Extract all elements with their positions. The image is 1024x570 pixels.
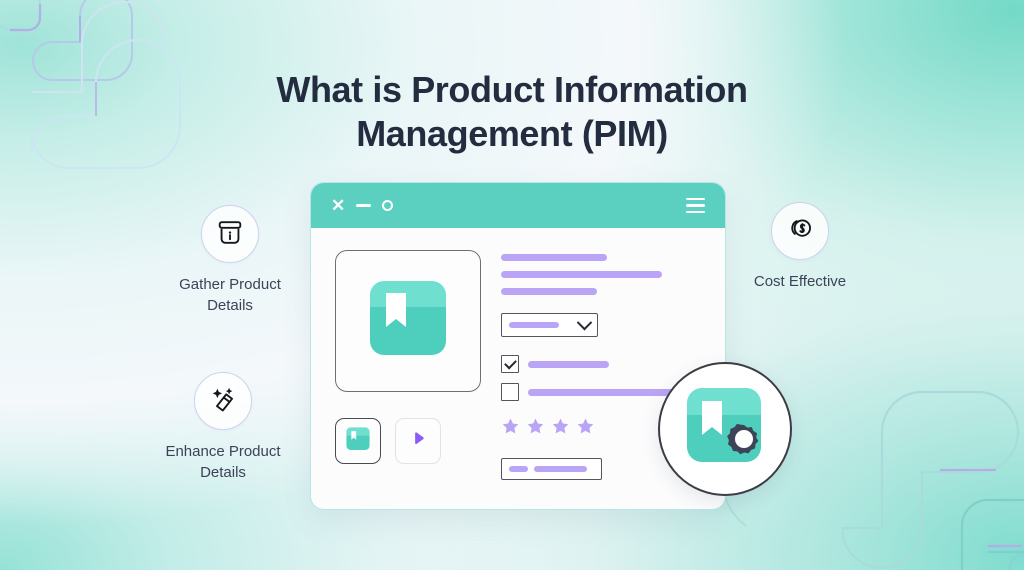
feature-gather-product-details[interactable]: Gather Product Details: [140, 205, 320, 316]
page-title: What is Product Information Management (…: [0, 68, 1024, 156]
pim-settings-badge: [658, 362, 792, 496]
thumbnail-strip: [335, 418, 441, 464]
checkbox-label-placeholder-1: [528, 360, 609, 368]
star-icon[interactable]: [551, 417, 570, 441]
thumbnail-video[interactable]: [395, 418, 441, 464]
text-input-field[interactable]: [501, 458, 602, 480]
feature-label-gather-line2: Details: [207, 297, 253, 314]
checkmark-icon: [503, 356, 517, 369]
checkbox-checked[interactable]: [501, 355, 519, 373]
feature-label-enhance-line2: Details: [200, 464, 246, 481]
feature-label-enhance: Enhance Product Details: [133, 441, 313, 483]
infographic-canvas: What is Product Information Management (…: [0, 0, 1024, 570]
close-icon[interactable]: ✕: [331, 197, 345, 214]
checkbox-unchecked[interactable]: [501, 383, 519, 401]
feature-icon-circle-gather: [201, 205, 259, 263]
feature-icon-circle-cost: [771, 202, 829, 260]
product-image-card[interactable]: [335, 250, 481, 392]
play-icon: [410, 430, 427, 452]
placeholder-line-2: [501, 271, 662, 278]
decoration-bottom-right: [842, 382, 1024, 570]
minimize-icon[interactable]: [356, 204, 372, 207]
star-icon[interactable]: [526, 417, 545, 441]
maximize-circle-icon[interactable]: [382, 200, 394, 211]
feature-enhance-product-details[interactable]: Enhance Product Details: [133, 372, 313, 483]
category-dropdown[interactable]: [501, 313, 598, 337]
feature-cost-effective[interactable]: Cost Effective: [710, 202, 890, 292]
page-title-line-2: Management (PIM): [356, 113, 668, 155]
feature-label-cost-line1: Cost Effective: [753, 273, 847, 290]
placeholder-line-3: [501, 288, 597, 295]
checkbox-row-checked[interactable]: [501, 355, 701, 373]
browser-window-mock: ✕: [310, 182, 726, 510]
checkbox-label-placeholder-2: [528, 388, 676, 396]
feature-label-gather-line1: Gather Product: [179, 276, 281, 293]
product-box-bookmark-icon: [360, 273, 456, 370]
feature-icon-circle-enhance: [194, 372, 252, 430]
info-container-icon: [215, 217, 245, 252]
window-controls: ✕: [331, 197, 394, 214]
placeholder-line-1: [501, 254, 607, 261]
product-box-gear-icon: [673, 377, 777, 482]
feature-label-cost: Cost Effective: [710, 271, 890, 292]
product-box-bookmark-icon: [343, 425, 373, 458]
input-value-segment-2: [534, 466, 587, 472]
coins-dollar-icon: [785, 214, 815, 249]
chevron-down-icon: [576, 314, 593, 330]
magic-wand-icon: [208, 384, 238, 419]
hamburger-menu-icon[interactable]: [686, 197, 705, 214]
window-body: [311, 228, 725, 502]
feature-label-enhance-line1: Enhance Product: [165, 443, 281, 460]
input-value-segment-1: [509, 466, 528, 472]
window-titlebar: ✕: [311, 183, 725, 228]
star-icon[interactable]: [501, 417, 520, 441]
star-icon[interactable]: [576, 417, 595, 441]
feature-label-gather: Gather Product Details: [140, 274, 320, 316]
thumbnail-image-selected[interactable]: [335, 418, 381, 464]
dropdown-value-placeholder: [509, 322, 559, 328]
page-title-line-1: What is Product Information: [276, 69, 748, 111]
